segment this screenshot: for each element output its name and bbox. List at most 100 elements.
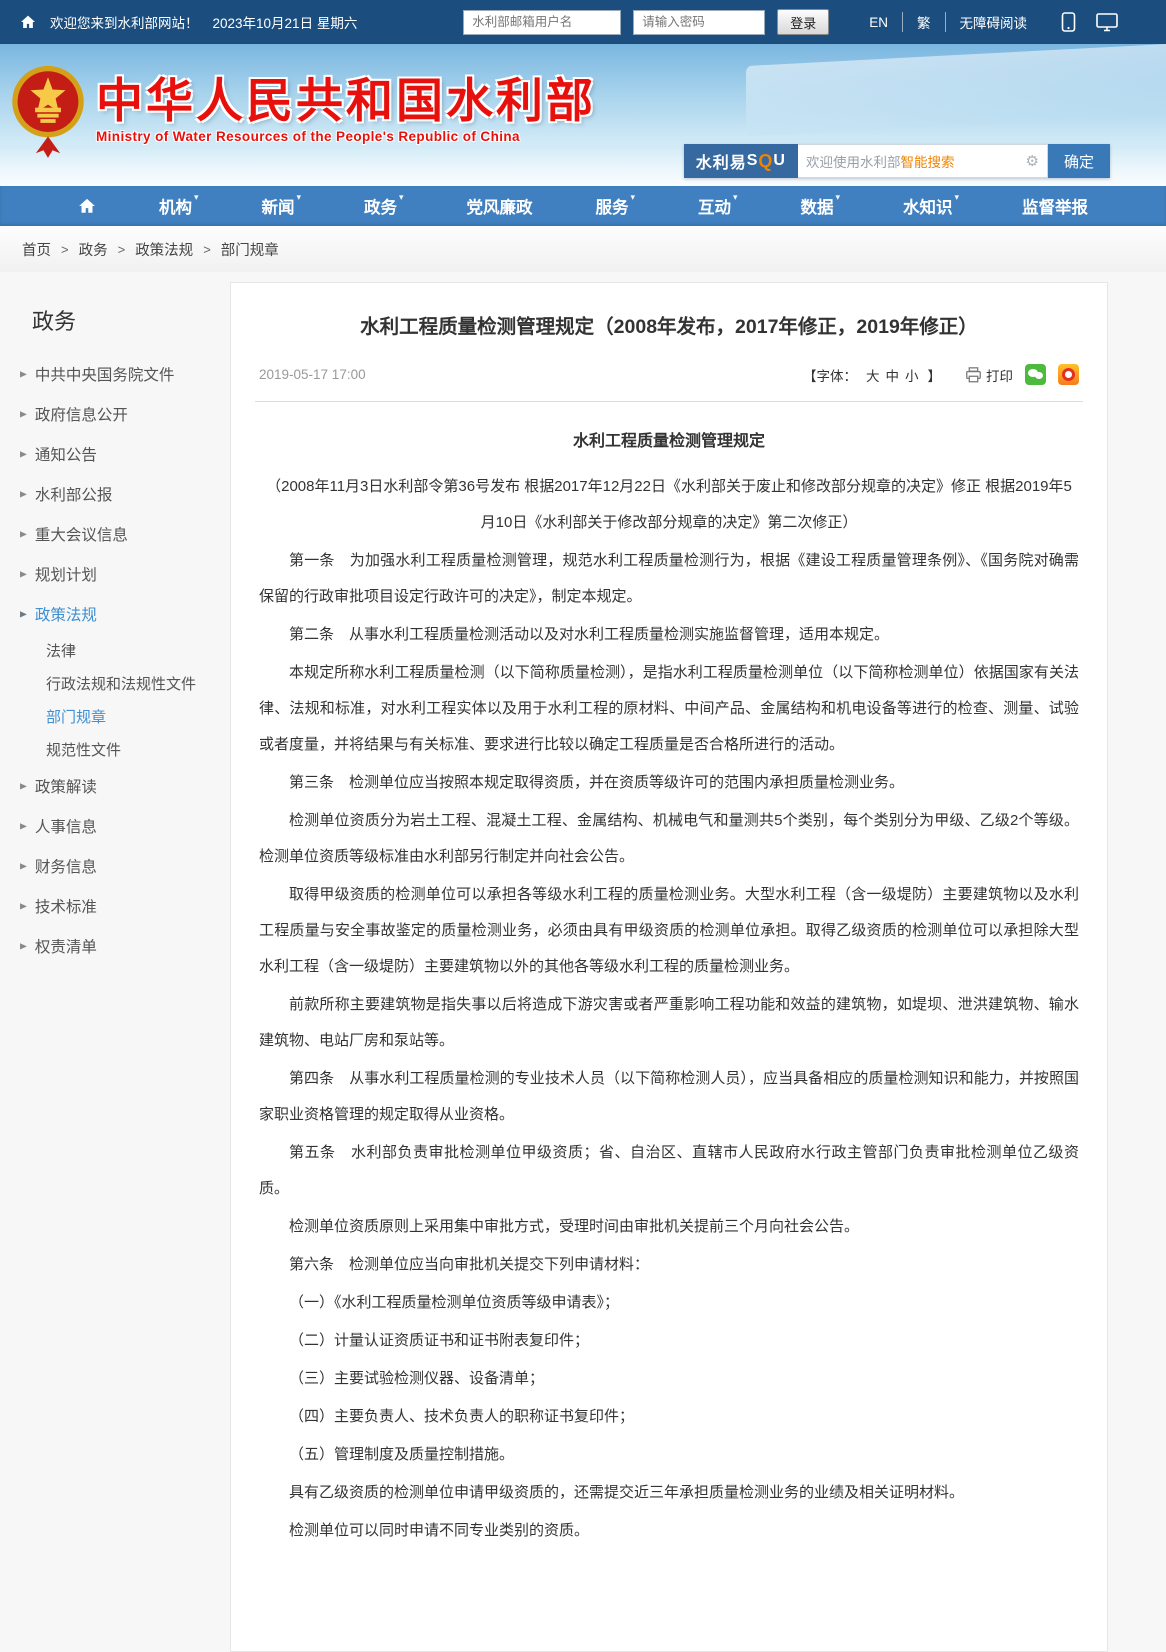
nav-shuju[interactable]: 数据▾ (794, 190, 846, 222)
nav-label: 水知识 (903, 194, 953, 218)
search-bar: 水利易 SQU 欢迎使用水利部智能搜索 ⚙ 确定 (684, 144, 1110, 178)
divider (255, 401, 1083, 402)
article-paragraph: （一）《水利工程质量检测单位资质等级申请表》； (259, 1285, 1079, 1321)
article-paragraph: 检测单位可以同时申请不同专业类别的资质。 (259, 1513, 1079, 1549)
nav-label: 监督举报 (1022, 194, 1088, 218)
wechat-share-icon[interactable] (1025, 364, 1046, 385)
sidebar-item[interactable]: ▶人事信息 (8, 806, 226, 846)
lang-traditional-link[interactable]: 繁 (902, 12, 945, 32)
article-paragraph: （五）管理制度及质量控制措施。 (259, 1437, 1079, 1473)
sidebar-arrow-icon: ▶ (20, 821, 27, 831)
sidebar-item[interactable]: ▶ 财务信息 (8, 846, 226, 886)
sidebar-arrow-icon: ▶ (20, 609, 27, 619)
sidebar-item[interactable]: ▶技术标准 (8, 886, 226, 926)
search-input[interactable]: 欢迎使用水利部智能搜索 ⚙ (798, 144, 1048, 178)
article-paragraph: 前款所称主要建筑物是指失事以后将造成下游灾害或者严重影响工程功能和效益的建筑物，… (259, 987, 1079, 1059)
nav-dangfeng[interactable]: 党风廉政 (460, 190, 538, 222)
sidebar-arrow-icon: ▶ (20, 861, 27, 871)
article-paragraph: 第三条 检测单位应当按照本规定取得资质，并在资质等级许可的范围内承担质量检测业务… (259, 765, 1079, 801)
sidebar-item[interactable]: ▶水利部公报 (8, 474, 226, 514)
breadcrumb-item[interactable]: 首页 (22, 239, 51, 260)
email-username-field[interactable] (463, 10, 621, 35)
top-utility-bar: 欢迎您来到水利部网站！ 2023年10月21日 星期六 登录 EN 繁 无障碍阅… (0, 0, 1166, 44)
main-nav: 机构▾新闻▾政务▾党风廉政服务▾互动▾数据▾水知识▾监督举报 (0, 186, 1166, 226)
sidebar-item-label: 水利部公报 (35, 483, 113, 505)
search-submit-button[interactable]: 确定 (1048, 144, 1110, 178)
article-paragraph: 具有乙级资质的检测单位申请甲级资质的，还需提交近三年承担质量检测业务的业绩及相关… (259, 1475, 1079, 1511)
sidebar-item-label: 法律 (46, 640, 76, 661)
nav-hudong[interactable]: 互动▾ (692, 190, 744, 222)
site-title: 中华人民共和国水利部 (96, 76, 596, 125)
national-emblem-logo (10, 62, 86, 164)
search-placeholder-highlight: 智能搜索 (900, 151, 954, 171)
article-panel: 水利工程质量检测管理规定（2008年发布，2017年修正，2019年修正） 20… (230, 282, 1108, 1652)
article-paragraph: 第一条 为加强水利工程质量检测管理，规范水利工程质量检测行为，根据《建设工程质量… (259, 543, 1079, 615)
nav-shuizhishi[interactable]: 水知识▾ (897, 190, 965, 222)
sidebar-item-label: 政策法规 (35, 603, 97, 625)
sidebar-item[interactable]: ▶重大会议信息 (8, 514, 226, 554)
print-button[interactable]: 打印 (965, 365, 1013, 385)
article-paragraph: 取得甲级资质的检测单位可以承担各等级水利工程的质量检测业务。大型水利工程（含一级… (259, 877, 1079, 985)
sidebar-arrow-icon: ▶ (20, 409, 27, 419)
sidebar-item-label: 通知公告 (35, 443, 97, 465)
article-meta-row: 2019-05-17 17:00 【字体： 大中小 】 打印 (259, 364, 1079, 385)
sidebar-item[interactable]: ▶ 政府信息公开 (8, 394, 226, 434)
sidebar-arrow-icon: ▶ (20, 941, 27, 951)
sidebar-item[interactable]: ▶ 政策法规 (8, 594, 226, 634)
chevron-down-icon: ▾ (630, 192, 635, 203)
chevron-down-icon: ▾ (399, 192, 404, 203)
nav-fuwu[interactable]: 服务▾ (589, 190, 641, 222)
sidebar-item[interactable]: ▶中共中央国务院文件 (8, 354, 226, 394)
banner-photo (746, 44, 1166, 136)
nav-label: 机构 (159, 194, 192, 218)
gear-icon[interactable]: ⚙ (1026, 152, 1039, 170)
login-button[interactable]: 登录 (777, 9, 829, 35)
sidebar-arrow-icon: ▶ (20, 569, 27, 579)
home-icon[interactable] (20, 14, 36, 30)
breadcrumb-item: 部门规章 (221, 239, 279, 260)
sidebar-item-label: 规范性文件 (46, 739, 121, 760)
chevron-down-icon: ▾ (194, 192, 199, 203)
topbar-links: EN 繁 无障碍阅读 (855, 12, 1041, 32)
search-placeholder: 欢迎使用水利部 (806, 151, 901, 171)
article-paragraph: （三）主要试验检测仪器、设备清单； (259, 1361, 1079, 1397)
sidebar-item[interactable]: ▶规划计划 (8, 554, 226, 594)
document-body: 水利工程质量检测管理规定 （2008年11月3日水利部令第36号发布 根据201… (259, 424, 1079, 1549)
sidebar-item-label: 财务信息 (35, 855, 97, 877)
font-size-option[interactable]: 中 (883, 369, 903, 384)
site-brand[interactable]: 中华人民共和国水利部 Ministry of Water Resources o… (10, 62, 596, 164)
breadcrumb-item[interactable]: 政务 (79, 239, 108, 260)
sidebar-item[interactable]: ▶ 通知公告 (8, 434, 226, 474)
sidebar-item[interactable]: 部门规章 (8, 700, 226, 733)
nav-jiandujubao[interactable]: 监督举报 (1016, 190, 1094, 222)
document-preamble: （2008年11月3日水利部令第36号发布 根据2017年12月22日《水利部关… (259, 469, 1079, 541)
sidebar-item[interactable]: ▶权责清单 (8, 926, 226, 966)
sidebar-item[interactable]: ▶政策解读 (8, 766, 226, 806)
breadcrumb-separator: > (118, 242, 126, 257)
sidebar-arrow-icon: ▶ (20, 449, 27, 459)
breadcrumb-item[interactable]: 政策法规 (135, 239, 193, 260)
search-brand[interactable]: 水利易 SQU (684, 144, 798, 178)
sidebar-item-label: 政府信息公开 (35, 403, 128, 425)
nav-home[interactable] (72, 193, 102, 219)
sidebar-item[interactable]: 行政法规和法规性文件 (8, 667, 226, 700)
home-icon (78, 197, 96, 215)
lang-en-link[interactable]: EN (855, 15, 902, 30)
font-size-option[interactable]: 小 (902, 369, 922, 384)
password-field[interactable] (633, 10, 765, 35)
nav-xinwen[interactable]: 新闻▾ (255, 190, 307, 222)
article-paragraph: （四）主要负责人、技术负责人的职称证书复印件； (259, 1399, 1079, 1435)
welcome-text: 欢迎您来到水利部网站！ (50, 12, 199, 32)
sidebar-item[interactable]: 规范性文件 (8, 733, 226, 766)
chevron-down-icon: ▾ (296, 192, 301, 203)
desktop-monitor-icon[interactable] (1096, 13, 1118, 32)
nav-label: 政务 (364, 194, 397, 218)
accessibility-link[interactable]: 无障碍阅读 (945, 12, 1042, 32)
nav-jigou[interactable]: 机构▾ (153, 190, 205, 222)
mobile-phone-icon[interactable] (1061, 12, 1076, 32)
weibo-share-icon[interactable] (1058, 364, 1079, 385)
breadcrumb-separator: > (61, 242, 69, 257)
sidebar-item[interactable]: 法律 (8, 634, 226, 667)
font-size-option[interactable]: 大 (863, 369, 883, 384)
nav-zhengwu[interactable]: 政务▾ (358, 190, 410, 222)
